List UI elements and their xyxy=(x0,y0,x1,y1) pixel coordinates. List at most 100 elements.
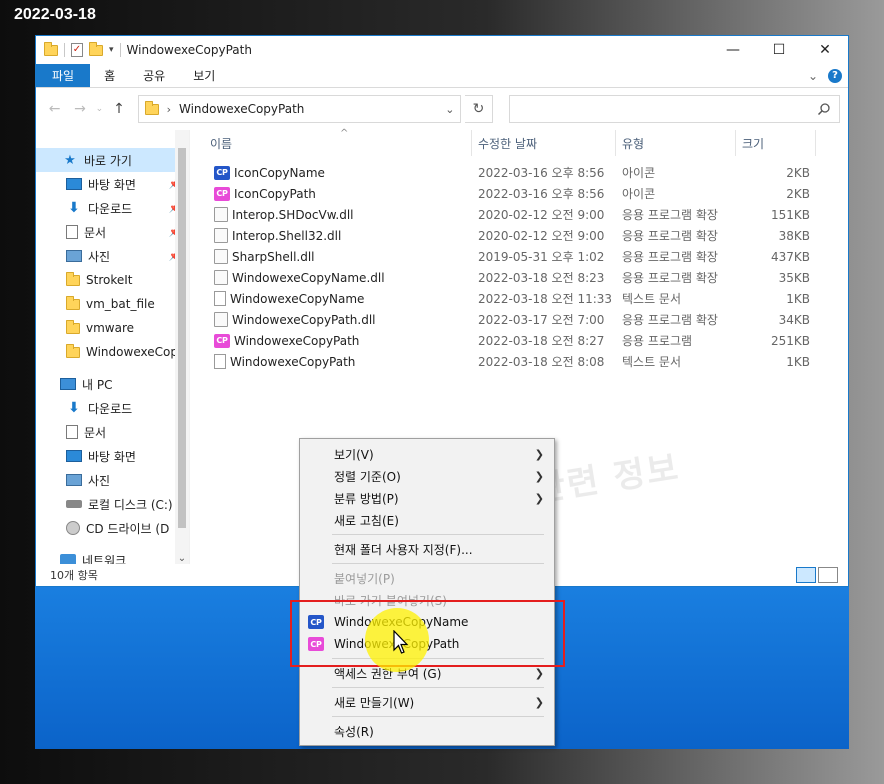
file-row[interactable]: WindowexeCopyName 2022-03-18 오전 11:33 텍스… xyxy=(190,288,848,309)
search-input[interactable] xyxy=(508,95,840,123)
sidebar-item-label: vm_bat_file xyxy=(86,297,155,311)
address-bar[interactable]: › WindowexeCopyPath ⌄ xyxy=(137,95,462,123)
file-name: WindowexeCopyPath xyxy=(234,333,360,348)
new-folder-icon[interactable] xyxy=(89,41,103,56)
download-icon: ⬇ xyxy=(68,400,80,416)
file-size: 151KB xyxy=(770,207,810,222)
menu-item-view[interactable]: 보기(V) ❯ xyxy=(300,443,554,465)
submenu-arrow-icon: ❯ xyxy=(534,447,544,461)
file-row[interactable]: CP IconCopyName 2022-03-16 오후 8:56 아이콘 2K… xyxy=(190,162,848,183)
sidebar-item-pc-pictures[interactable]: 사진 xyxy=(36,468,189,492)
sidebar-item-local-disk[interactable]: 로컬 디스크 (C:) xyxy=(36,492,189,516)
menu-item-group[interactable]: 분류 방법(P) ❯ xyxy=(300,487,554,509)
sidebar-item-label: 로컬 디스크 (C:) xyxy=(88,497,173,512)
sidebar-item-quick-access[interactable]: ★ 바로 가기 xyxy=(36,148,189,172)
sidebar-item-label: CD 드라이브 (D xyxy=(86,521,170,536)
address-dropdown-icon[interactable]: ⌄ xyxy=(445,103,454,116)
menu-item-refresh[interactable]: 새로 고침(E) xyxy=(300,509,554,531)
sidebar-item-pc-desktop[interactable]: 바탕 화면 xyxy=(36,444,189,468)
sidebar-item-this-pc[interactable]: 내 PC xyxy=(36,372,189,396)
back-arrow-icon[interactable]: ← xyxy=(44,101,65,117)
scrollbar-thumb[interactable] xyxy=(178,148,186,528)
menu-item-new[interactable]: 새로 만들기(W) ❯ xyxy=(300,691,554,713)
text-file-icon xyxy=(214,291,226,306)
sidebar-item-vmware[interactable]: vmware xyxy=(36,316,189,340)
menu-item-customize[interactable]: 현재 폴더 사용자 지정(F)... xyxy=(300,538,554,560)
minimize-button[interactable]: — xyxy=(710,36,756,64)
file-date: 2022-03-16 오후 8:56 xyxy=(478,166,605,180)
document-icon xyxy=(66,425,78,439)
star-icon: ★ xyxy=(64,152,76,168)
file-type: 텍스트 문서 xyxy=(622,355,682,369)
menu-item-properties[interactable]: 속성(R) xyxy=(300,720,554,742)
file-row[interactable]: WindowexeCopyName.dll 2022-03-18 오전 8:23… xyxy=(190,267,848,288)
cp-app-icon: CP xyxy=(214,165,230,180)
customize-toolbar-icon[interactable]: ▾ xyxy=(109,45,114,55)
sidebar-item-vm-bat-file[interactable]: vm_bat_file xyxy=(36,292,189,316)
column-name[interactable]: 이름 xyxy=(190,130,472,156)
file-row[interactable]: Interop.SHDocVw.dll 2020-02-12 오전 9:00 응… xyxy=(190,204,848,225)
forward-arrow-icon[interactable]: → xyxy=(69,101,90,117)
ribbon-right: ⌄ ? xyxy=(808,64,848,87)
file-name: Interop.Shell32.dll xyxy=(232,228,342,243)
sidebar-item-pictures[interactable]: 사진 📌 xyxy=(36,244,189,268)
tab-share[interactable]: 공유 xyxy=(129,64,179,87)
breadcrumb-chevron-icon: › xyxy=(166,102,171,116)
sidebar-item-strokeit[interactable]: StrokeIt xyxy=(36,268,189,292)
tab-file[interactable]: 파일 xyxy=(36,64,91,87)
sidebar-item-desktop[interactable]: 바탕 화면 📌 xyxy=(36,172,189,196)
sidebar-item-pc-downloads[interactable]: ⬇ 다운로드 xyxy=(36,396,189,420)
recent-locations-icon[interactable]: ⌄ xyxy=(95,104,105,114)
file-row[interactable]: WindowexeCopyPath 2022-03-18 오전 8:08 텍스트… xyxy=(190,351,848,372)
maximize-button[interactable]: ☐ xyxy=(756,36,802,64)
tab-view[interactable]: 보기 xyxy=(179,64,229,87)
refresh-icon: ↻ xyxy=(472,101,485,117)
quick-access-toolbar: ✓ ▾ xyxy=(36,36,121,64)
column-date[interactable]: 수정한 날짜 xyxy=(472,130,616,156)
properties-icon[interactable]: ✓ xyxy=(71,43,83,57)
file-row[interactable]: CP WindowexeCopyPath 2022-03-18 오전 8:27 응… xyxy=(190,330,848,351)
expand-ribbon-icon[interactable]: ⌄ xyxy=(808,69,818,83)
sidebar-item-pc-documents[interactable]: 문서 xyxy=(36,420,189,444)
view-toggle xyxy=(796,567,848,583)
help-icon[interactable]: ? xyxy=(828,68,842,83)
menu-item-sort[interactable]: 정렬 기준(O) ❯ xyxy=(300,465,554,487)
file-row[interactable]: Interop.Shell32.dll 2020-02-12 오전 9:00 응… xyxy=(190,225,848,246)
ribbon-tabs: 파일 홈 공유 보기 ⌄ ? xyxy=(36,64,848,88)
details-view-icon[interactable] xyxy=(796,567,816,583)
file-size: 34KB xyxy=(778,312,810,327)
column-size[interactable]: 크기 xyxy=(736,130,816,156)
folder-icon xyxy=(66,319,80,334)
sidebar-item-downloads[interactable]: ⬇ 다운로드 📌 xyxy=(36,196,189,220)
folder-icon xyxy=(44,41,58,56)
sidebar-item-windowexecopy[interactable]: WindowexeCopy xyxy=(36,340,189,364)
up-arrow-icon[interactable]: ↑ xyxy=(108,101,129,117)
sidebar-item-label: 바탕 화면 xyxy=(88,177,136,192)
file-name: SharpShell.dll xyxy=(232,249,315,264)
menu-label: 보기(V) xyxy=(334,447,374,462)
network-icon xyxy=(60,554,76,564)
file-row[interactable]: WindowexeCopyPath.dll 2022-03-17 오전 7:00… xyxy=(190,309,848,330)
file-name: WindowexeCopyName.dll xyxy=(232,270,385,285)
breadcrumb[interactable]: WindowexeCopyPath xyxy=(179,102,304,116)
refresh-button[interactable]: ↻ xyxy=(465,95,493,123)
close-button[interactable]: ✕ xyxy=(802,36,848,64)
sidebar-item-documents[interactable]: 문서 📌 xyxy=(36,220,189,244)
sidebar-item-cd-drive[interactable]: CD 드라이브 (D xyxy=(36,516,189,540)
sidebar-scrollbar[interactable]: ⌄ xyxy=(175,130,189,564)
large-icons-view-icon[interactable] xyxy=(818,567,838,583)
file-type: 응용 프로그램 확장 xyxy=(622,208,718,222)
column-type[interactable]: 유형 xyxy=(616,130,736,156)
sidebar-item-network[interactable]: 네트워크 xyxy=(36,548,189,564)
menu-label: 새로 만들기(W) xyxy=(334,695,415,710)
file-date: 2022-03-18 오전 8:27 xyxy=(478,334,605,348)
scroll-down-icon[interactable]: ⌄ xyxy=(175,553,189,564)
tab-home[interactable]: 홈 xyxy=(90,64,129,87)
menu-label: 붙여넣기(P) xyxy=(334,571,395,586)
file-type: 아이콘 xyxy=(622,187,656,201)
file-row[interactable]: SharpShell.dll 2019-05-31 오후 1:02 응용 프로그… xyxy=(190,246,848,267)
window-title: WindowexeCopyPath xyxy=(126,43,252,57)
sidebar-item-label: 사진 xyxy=(88,473,111,488)
menu-label: 정렬 기준(O) xyxy=(334,469,401,484)
file-row[interactable]: CP IconCopyPath 2022-03-16 오후 8:56 아이콘 2K… xyxy=(190,183,848,204)
